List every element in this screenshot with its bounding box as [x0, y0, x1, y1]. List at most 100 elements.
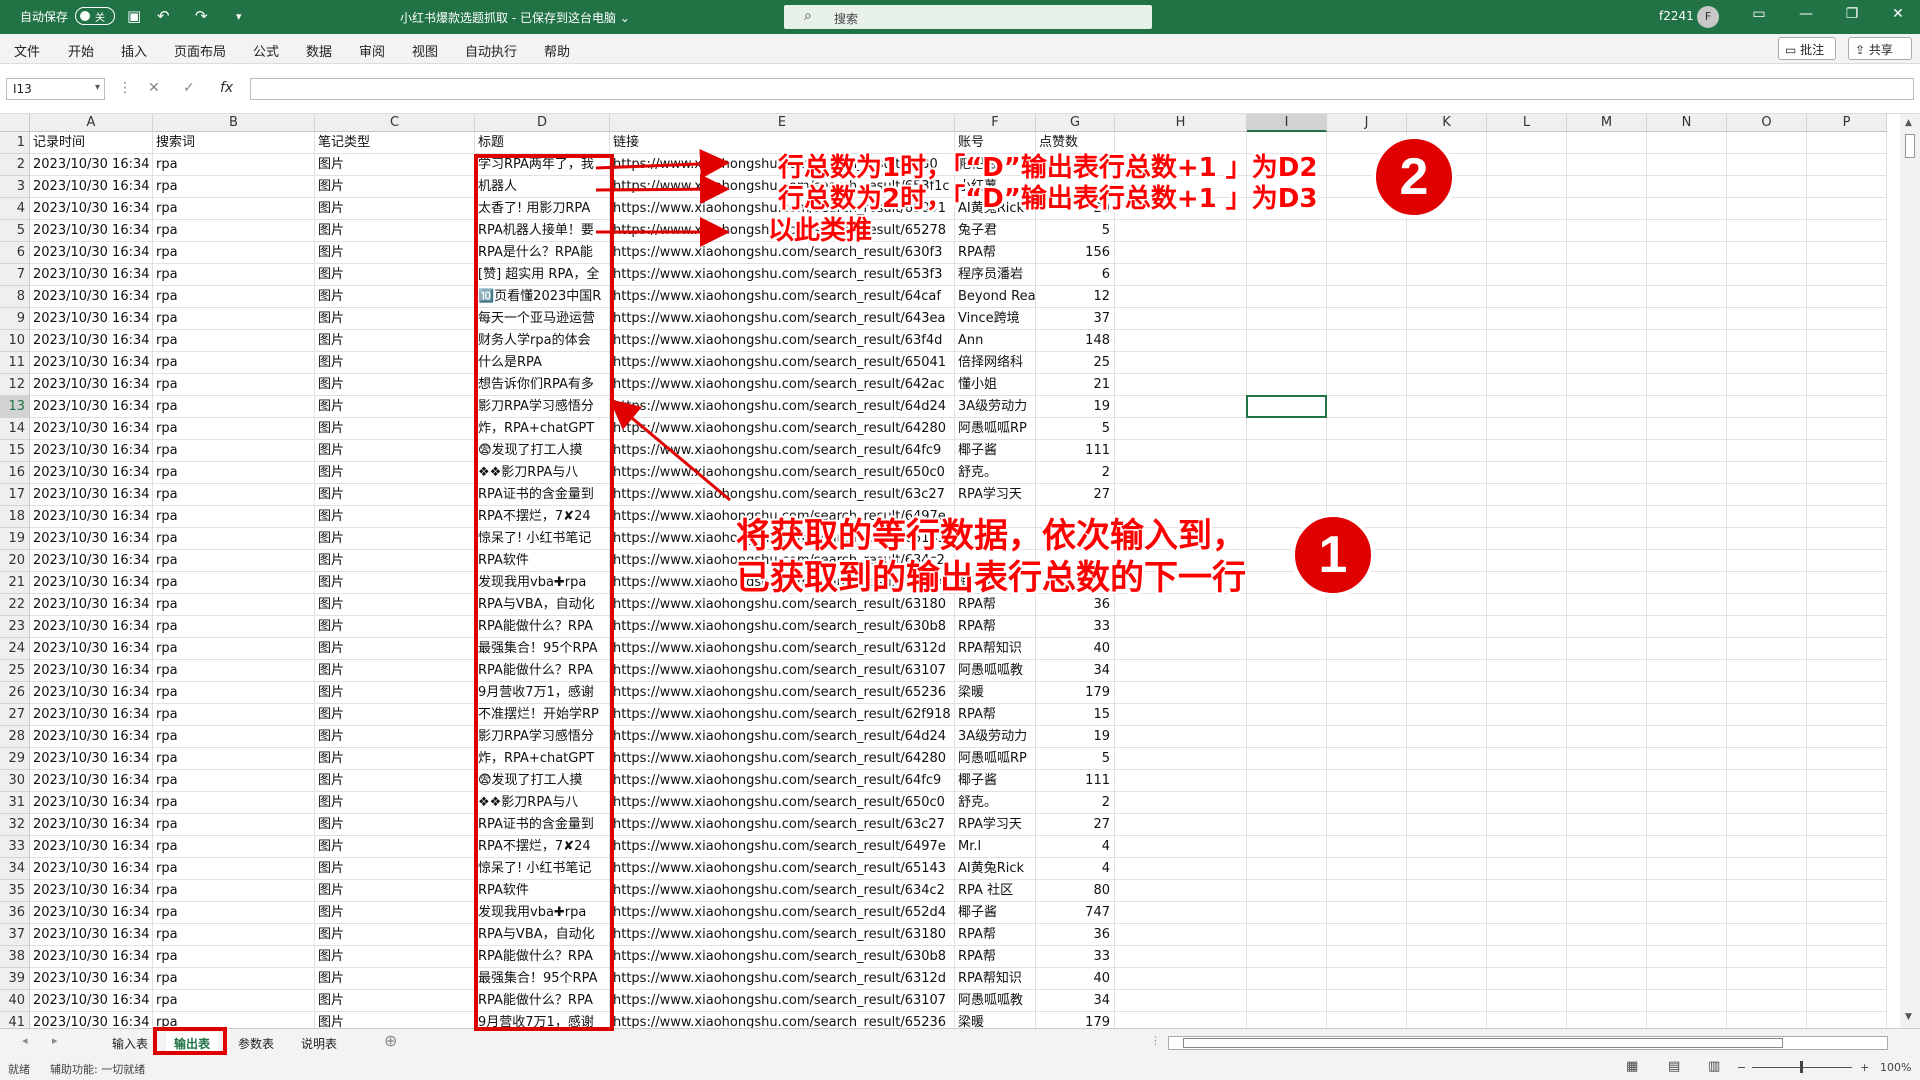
table-cell[interactable]: 图片 — [315, 198, 475, 220]
table-cell[interactable] — [1647, 814, 1727, 836]
table-cell[interactable] — [1647, 484, 1727, 506]
table-cell[interactable]: 图片 — [315, 946, 475, 968]
table-cell[interactable]: https://www.xiaohongshu.com/search_resul… — [610, 946, 955, 968]
table-cell[interactable] — [1647, 418, 1727, 440]
table-cell[interactable] — [1567, 968, 1647, 990]
table-cell[interactable] — [1807, 572, 1887, 594]
table-cell[interactable] — [1647, 220, 1727, 242]
table-cell[interactable] — [1727, 880, 1807, 902]
table-cell[interactable] — [1115, 792, 1247, 814]
table-cell[interactable] — [1647, 198, 1727, 220]
table-cell[interactable] — [1807, 308, 1887, 330]
table-cell[interactable] — [1727, 726, 1807, 748]
tab-params-sheet[interactable]: 参数表 — [230, 1032, 282, 1054]
table-cell[interactable]: https://www.xiaohongshu.com/search_resul… — [610, 396, 955, 418]
table-cell[interactable] — [1807, 198, 1887, 220]
table-cell[interactable] — [1327, 924, 1407, 946]
table-cell[interactable]: 2023/10/30 16:34 — [30, 880, 153, 902]
table-cell[interactable] — [1647, 550, 1727, 572]
row-header[interactable]: 1 — [0, 132, 30, 154]
table-cell[interactable] — [1247, 1012, 1327, 1028]
table-cell[interactable]: 19 — [1036, 396, 1115, 418]
table-cell[interactable] — [1487, 264, 1567, 286]
table-cell[interactable]: 2023/10/30 16:34 — [30, 264, 153, 286]
table-cell[interactable] — [1567, 506, 1647, 528]
header-cell[interactable]: 记录时间 — [30, 132, 153, 154]
table-cell[interactable] — [1487, 704, 1567, 726]
table-cell[interactable] — [1727, 396, 1807, 418]
table-cell[interactable]: 图片 — [315, 858, 475, 880]
table-cell[interactable]: 图片 — [315, 506, 475, 528]
row-header[interactable]: 37 — [0, 924, 30, 946]
table-cell[interactable]: 36 — [1036, 924, 1115, 946]
header-cell[interactable]: 标题 — [475, 132, 610, 154]
table-cell[interactable] — [1647, 462, 1727, 484]
table-cell[interactable] — [1807, 968, 1887, 990]
table-cell[interactable]: 图片 — [315, 352, 475, 374]
table-cell[interactable] — [1115, 990, 1247, 1012]
table-cell[interactable] — [1487, 726, 1567, 748]
table-cell[interactable] — [1407, 286, 1487, 308]
table-cell[interactable]: rpa — [153, 792, 315, 814]
table-cell[interactable]: https://www.xiaohongshu.com/search_resul… — [610, 440, 955, 462]
table-cell[interactable] — [1647, 748, 1727, 770]
table-cell[interactable] — [1727, 374, 1807, 396]
table-cell[interactable] — [1407, 990, 1487, 1012]
table-cell[interactable]: 2023/10/30 16:34 — [30, 946, 153, 968]
table-cell[interactable]: 图片 — [315, 748, 475, 770]
table-cell[interactable]: rpa — [153, 836, 315, 858]
table-cell[interactable]: RPA 社区 — [955, 880, 1036, 902]
table-cell[interactable]: 2023/10/30 16:34 — [30, 726, 153, 748]
table-cell[interactable] — [1567, 990, 1647, 1012]
row-header[interactable]: 25 — [0, 660, 30, 682]
table-cell[interactable]: 27 — [1036, 484, 1115, 506]
zoom-out-icon[interactable]: − — [1737, 1061, 1746, 1074]
table-cell[interactable]: 747 — [1036, 902, 1115, 924]
table-cell[interactable] — [1727, 682, 1807, 704]
table-cell[interactable] — [1247, 770, 1327, 792]
redo-icon[interactable]: ↷ — [195, 7, 208, 25]
column-header-m[interactable]: M — [1567, 114, 1647, 132]
table-cell[interactable] — [1487, 572, 1567, 594]
table-cell[interactable] — [1115, 748, 1247, 770]
table-cell[interactable] — [1115, 836, 1247, 858]
table-cell[interactable] — [1327, 792, 1407, 814]
vertical-scrollbar[interactable]: ▲ ▼ — [1900, 114, 1920, 1028]
table-cell[interactable] — [1327, 902, 1407, 924]
table-cell[interactable]: 阿愚呱呱RP — [955, 418, 1036, 440]
table-cell[interactable]: 2023/10/30 16:34 — [30, 308, 153, 330]
table-cell[interactable] — [1567, 814, 1647, 836]
close-icon[interactable]: ✕ — [1883, 6, 1913, 22]
search-box[interactable]: ⌕ 搜索 — [784, 5, 1152, 29]
user-name[interactable]: f2241 — [1659, 9, 1694, 23]
table-cell[interactable] — [1247, 880, 1327, 902]
table-cell[interactable] — [1807, 440, 1887, 462]
table-cell[interactable] — [1647, 528, 1727, 550]
table-cell[interactable]: 34 — [1036, 660, 1115, 682]
accessibility-status[interactable]: 辅助功能: 一切就绪 — [50, 1061, 145, 1077]
table-cell[interactable]: 梁暖 — [955, 1012, 1036, 1028]
column-header-j[interactable]: J — [1327, 114, 1407, 132]
table-cell[interactable] — [1727, 748, 1807, 770]
table-cell[interactable] — [1247, 594, 1327, 616]
table-cell[interactable] — [1247, 418, 1327, 440]
table-cell[interactable] — [1407, 506, 1487, 528]
table-cell[interactable]: 懂小姐 — [955, 374, 1036, 396]
table-cell[interactable]: 2023/10/30 16:34 — [30, 506, 153, 528]
table-cell[interactable]: 2023/10/30 16:34 — [30, 330, 153, 352]
table-cell[interactable] — [1647, 506, 1727, 528]
table-cell[interactable] — [1247, 242, 1327, 264]
table-cell[interactable]: 倍择网络科 — [955, 352, 1036, 374]
table-cell[interactable] — [1407, 858, 1487, 880]
table-cell[interactable] — [1807, 924, 1887, 946]
table-cell[interactable]: https://www.xiaohongshu.com/search_resul… — [610, 814, 955, 836]
save-icon[interactable]: ▣ — [127, 7, 141, 25]
table-cell[interactable]: 图片 — [315, 220, 475, 242]
table-cell[interactable]: https://www.xiaohongshu.com/search_resul… — [610, 990, 955, 1012]
table-cell[interactable]: 图片 — [315, 572, 475, 594]
row-header[interactable]: 26 — [0, 682, 30, 704]
table-cell[interactable] — [1407, 704, 1487, 726]
table-cell[interactable]: https://www.xiaohongshu.com/search_resul… — [610, 858, 955, 880]
table-cell[interactable]: https://www.xiaohongshu.com/search_resul… — [610, 484, 955, 506]
table-cell[interactable] — [1247, 902, 1327, 924]
